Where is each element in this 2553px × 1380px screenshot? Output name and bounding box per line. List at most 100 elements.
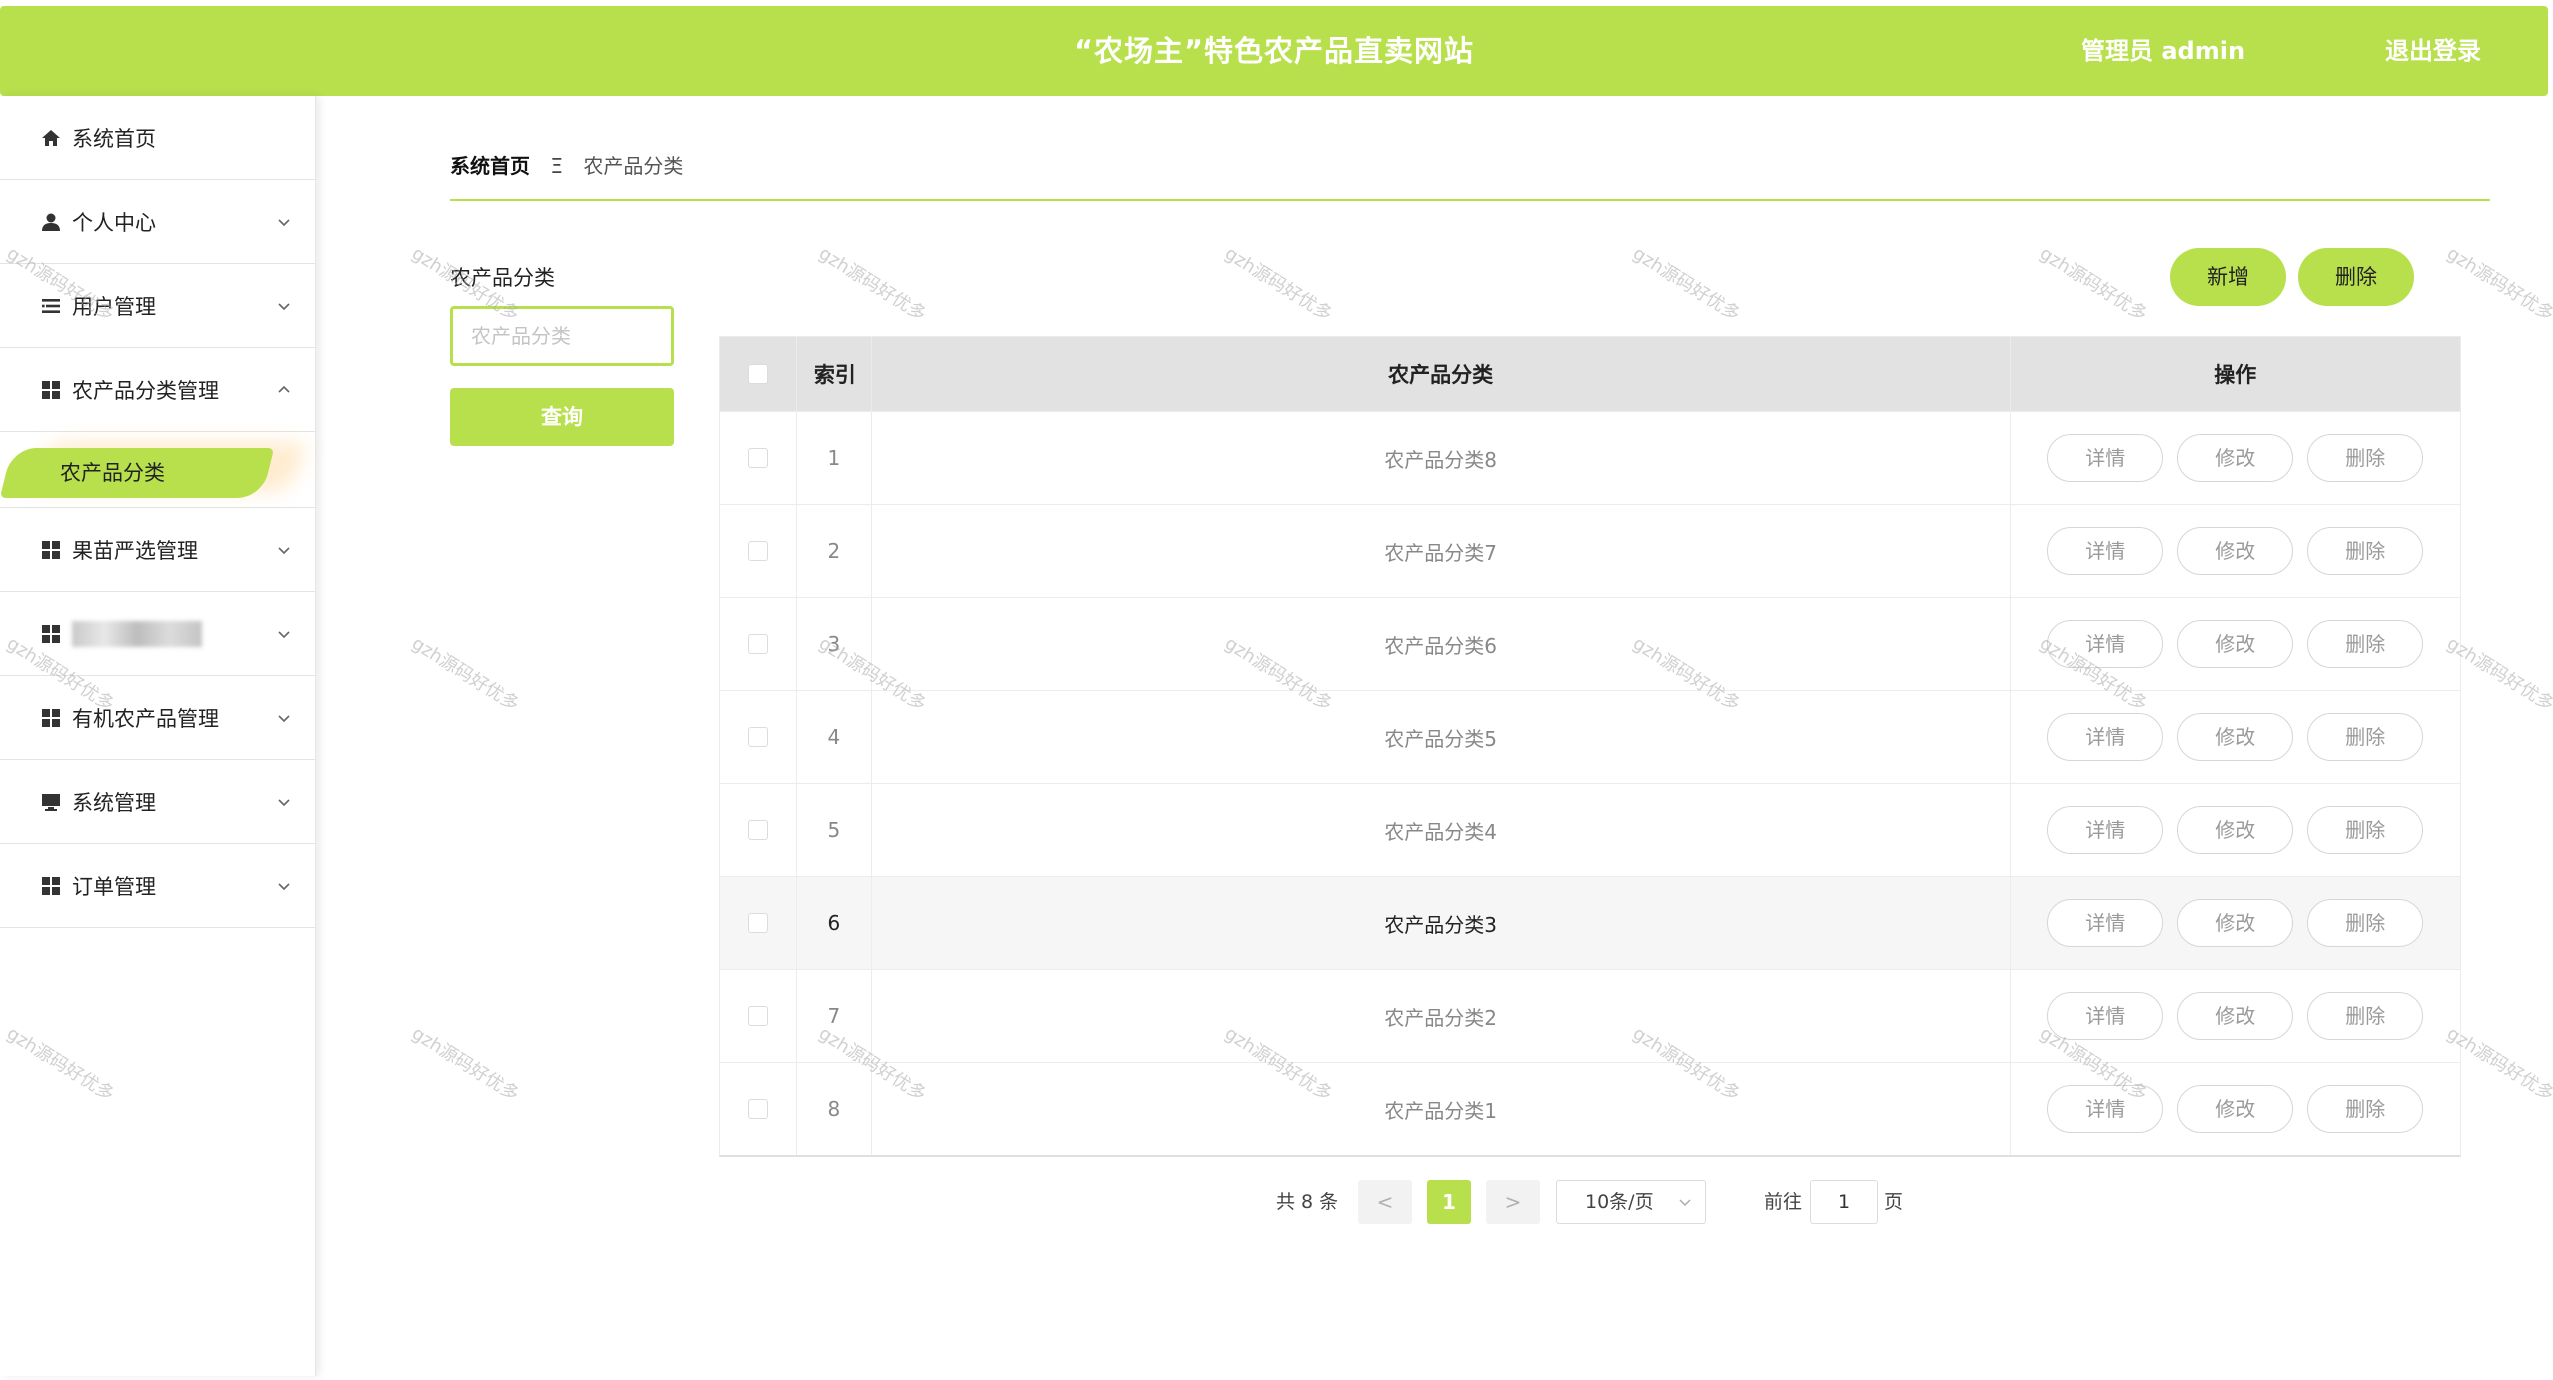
row-checkbox-cell <box>720 784 797 876</box>
breadcrumb-home[interactable]: 系统首页 <box>450 154 530 178</box>
detail-button[interactable]: 详情 <box>2047 806 2164 854</box>
admin-user-label: 管理员 admin <box>2081 37 2246 65</box>
column-header-category: 农产品分类 <box>872 337 2011 411</box>
detail-button[interactable]: 详情 <box>2047 713 2164 761</box>
sidebar-item-blurred[interactable] <box>0 592 315 676</box>
grid-icon <box>40 707 62 729</box>
detail-button[interactable]: 详情 <box>2047 992 2164 1040</box>
sidebar-item-label: 农产品分类管理 <box>72 378 219 403</box>
sidebar-item-system-management[interactable]: 系统管理 <box>0 760 315 844</box>
watermark-text: gzh源码好优多 <box>407 632 523 716</box>
row-checkbox[interactable] <box>747 541 768 561</box>
row-checkbox[interactable] <box>747 448 768 468</box>
delete-button[interactable]: 删除 <box>2307 434 2424 482</box>
edit-button[interactable]: 修改 <box>2177 434 2294 482</box>
grid-icon <box>40 539 62 561</box>
sidebar-item-user-management[interactable]: 用户管理 <box>0 264 315 348</box>
delete-button[interactable]: 删除 <box>2307 527 2424 575</box>
category-search-input[interactable] <box>450 306 674 366</box>
chevron-up-icon <box>278 385 290 393</box>
edit-button[interactable]: 修改 <box>2177 1085 2294 1133</box>
sidebar-item-label: 系统管理 <box>72 790 156 815</box>
sidebar-item-label: 系统首页 <box>72 126 156 151</box>
edit-button[interactable]: 修改 <box>2177 713 2294 761</box>
row-index: 8 <box>797 1063 872 1155</box>
table-row: 7 农产品分类2 详情 修改 删除 <box>720 969 2460 1062</box>
row-category-name: 农产品分类6 <box>872 598 2011 690</box>
row-index: 2 <box>797 505 872 597</box>
sidebar-item-organic-management[interactable]: 有机农产品管理 <box>0 676 315 760</box>
row-index: 3 <box>797 598 872 690</box>
detail-button[interactable]: 详情 <box>2047 434 2164 482</box>
sidebar-item-seedling-management[interactable]: 果苗严选管理 <box>0 508 315 592</box>
detail-button[interactable]: 详情 <box>2047 1085 2164 1133</box>
sidebar-item-order-management[interactable]: 订单管理 <box>0 844 315 928</box>
grid-icon <box>40 379 62 401</box>
sidebar-item-label: 订单管理 <box>72 874 156 899</box>
delete-button[interactable]: 删除 <box>2307 620 2424 668</box>
breadcrumb-separator: Ξ <box>550 154 563 178</box>
delete-button[interactable]: 删除 <box>2307 713 2424 761</box>
table-body: 1 农产品分类8 详情 修改 删除 2 农产品分类7 详情 修改 删除 3 农产品分类6 详情 修改 删除 4… <box>720 411 2460 1155</box>
watermark-text: gzh源码好优多 <box>1628 242 1744 326</box>
header-checkbox-cell <box>720 337 797 411</box>
sidebar-item-label: 有机农产品管理 <box>72 706 219 731</box>
row-index: 1 <box>797 412 872 504</box>
table-row: 3 农产品分类6 详情 修改 删除 <box>720 597 2460 690</box>
edit-button[interactable]: 修改 <box>2177 806 2294 854</box>
row-index: 5 <box>797 784 872 876</box>
edit-button[interactable]: 修改 <box>2177 992 2294 1040</box>
column-header-index: 索引 <box>797 337 872 411</box>
detail-button[interactable]: 详情 <box>2047 620 2164 668</box>
delete-button[interactable]: 删除 <box>2307 899 2424 947</box>
edit-button[interactable]: 修改 <box>2177 527 2294 575</box>
table-row: 4 农产品分类5 详情 修改 删除 <box>720 690 2460 783</box>
row-checkbox-cell <box>720 691 797 783</box>
sidebar-item-label: 用户管理 <box>72 294 156 319</box>
delete-button[interactable]: 删除 <box>2307 992 2424 1040</box>
pagination-prev-button[interactable]: < <box>1358 1180 1412 1224</box>
sidebar-item-personal-center[interactable]: 个人中心 <box>0 180 315 264</box>
pagination-next-button[interactable]: > <box>1486 1180 1540 1224</box>
pagination-total: 共 8 条 <box>1276 1191 1339 1213</box>
pagination-goto-label: 前往 <box>1764 1191 1803 1213</box>
watermark-text: gzh源码好优多 <box>814 242 930 326</box>
logout-button[interactable]: 退出登录 <box>2385 6 2481 96</box>
delete-button[interactable]: 删除 <box>2307 1085 2424 1133</box>
pagination-goto-input[interactable] <box>1810 1180 1878 1224</box>
sidebar-item-home[interactable]: 系统首页 <box>0 96 315 180</box>
delete-button[interactable]: 删除 <box>2307 806 2424 854</box>
chevron-down-icon <box>278 302 290 310</box>
edit-button[interactable]: 修改 <box>2177 899 2294 947</box>
row-category-name: 农产品分类5 <box>872 691 2011 783</box>
row-checkbox[interactable] <box>747 1006 768 1026</box>
sidebar-subitem-category[interactable]: 农产品分类 <box>60 448 165 498</box>
sidebar-submenu: 农产品分类 <box>0 432 315 508</box>
query-button[interactable]: 查询 <box>450 388 674 446</box>
row-checkbox-cell <box>720 877 797 969</box>
chevron-down-icon <box>278 714 290 722</box>
page-size-select[interactable]: 10条/页 <box>1556 1180 1706 1224</box>
select-all-checkbox[interactable] <box>747 364 768 384</box>
batch-delete-button[interactable]: 删除 <box>2298 248 2414 306</box>
edit-button[interactable]: 修改 <box>2177 620 2294 668</box>
grid-icon <box>40 875 62 897</box>
row-actions: 详情 修改 删除 <box>2011 784 2460 876</box>
row-checkbox[interactable] <box>747 727 768 747</box>
table-header: 索引 农产品分类 操作 <box>720 337 2460 411</box>
page-size-value: 10条/页 <box>1585 1191 1654 1213</box>
detail-button[interactable]: 详情 <box>2047 527 2164 575</box>
watermark-text: gzh源码好优多 <box>1220 242 1336 326</box>
filter-label: 农产品分类 <box>450 266 555 290</box>
row-checkbox[interactable] <box>747 1099 768 1119</box>
row-actions: 详情 修改 删除 <box>2011 1063 2460 1155</box>
detail-button[interactable]: 详情 <box>2047 899 2164 947</box>
row-category-name: 农产品分类1 <box>872 1063 2011 1155</box>
sidebar-item-category-management[interactable]: 农产品分类管理 <box>0 348 315 432</box>
row-checkbox[interactable] <box>747 913 768 933</box>
table-row: 8 农产品分类1 详情 修改 删除 <box>720 1062 2460 1155</box>
add-button[interactable]: 新增 <box>2170 248 2286 306</box>
row-checkbox[interactable] <box>747 820 768 840</box>
pagination-current-page[interactable]: 1 <box>1427 1180 1471 1224</box>
row-checkbox[interactable] <box>747 634 768 654</box>
